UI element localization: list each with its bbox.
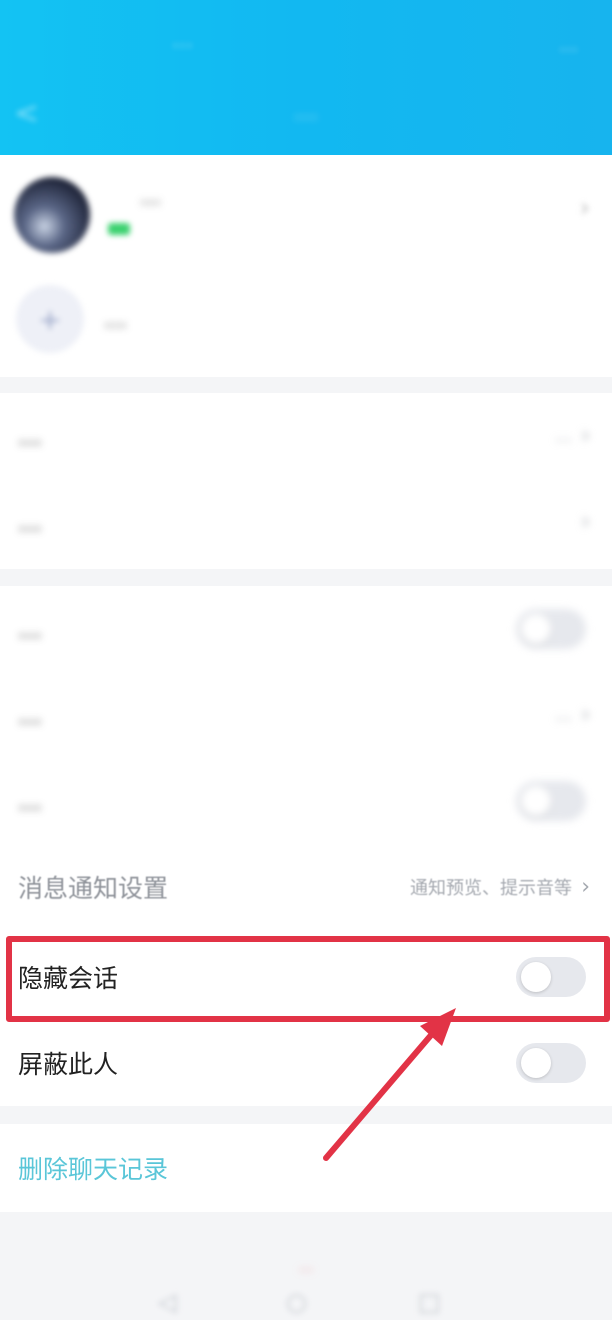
notification-settings-label: 消息通知设置 — [18, 874, 169, 903]
chat-history-value: ... — [554, 425, 572, 447]
history-section: ... ... › ... › — [0, 393, 612, 569]
avatar[interactable] — [14, 177, 90, 253]
options-section: ... ... ... › ... 消息通知设置 通知预览、提示音等 › 隐藏会… — [0, 586, 612, 1106]
chat-background-label: ... — [18, 507, 42, 537]
recents-icon[interactable]: □ — [418, 1288, 441, 1316]
do-not-disturb-row: ... — [0, 758, 612, 844]
do-not-disturb-toggle[interactable] — [516, 781, 586, 821]
chevron-right-icon: › — [581, 423, 590, 449]
delete-history-button[interactable]: 删除聊天记录 — [18, 1150, 168, 1186]
online-status-icon — [108, 223, 130, 235]
delete-history-row[interactable]: 删除聊天记录 — [0, 1124, 612, 1212]
hide-chat-toggle[interactable] — [516, 957, 586, 997]
status-carrier: ... — [172, 28, 193, 53]
block-user-toggle[interactable] — [516, 1043, 586, 1083]
block-user-label: 屏蔽此人 — [18, 1050, 119, 1079]
home-icon[interactable]: ○ — [286, 1288, 307, 1316]
hide-chat-label: 隐藏会话 — [18, 964, 119, 993]
block-user-row: 屏蔽此人 — [0, 1020, 612, 1106]
chat-history-row[interactable]: ... ... › — [0, 393, 612, 479]
pin-chat-row: ... — [0, 586, 612, 672]
create-group-button[interactable]: + — [16, 285, 84, 353]
chevron-right-icon: › — [581, 509, 590, 535]
app-header: ... ... < ... — [0, 0, 612, 155]
chevron-right-icon[interactable]: › — [580, 193, 590, 223]
notification-settings-row[interactable]: 消息通知设置 通知预览、提示音等 › — [0, 844, 612, 930]
back-icon[interactable]: ◁ — [158, 1288, 176, 1316]
create-group-label[interactable]: ... — [104, 305, 127, 333]
system-nav-bar: ◁ ○ □ — [0, 1280, 612, 1320]
plus-icon: + — [38, 303, 62, 336]
pin-chat-label: ... — [18, 614, 42, 644]
do-not-disturb-label: ... — [18, 786, 42, 816]
special-care-label: ... — [18, 700, 42, 730]
chat-history-label: ... — [18, 421, 42, 451]
chevron-right-icon: › — [581, 702, 590, 728]
notification-settings-value: 通知预览、提示音等 — [410, 878, 572, 899]
profile-card: ... › + ... — [0, 155, 612, 377]
page-title: ... — [293, 96, 319, 126]
chevron-right-icon: › — [581, 874, 590, 900]
footer-red-text: ... — [298, 1256, 314, 1275]
chat-background-row[interactable]: ... › — [0, 479, 612, 565]
status-bar: ... ... — [0, 24, 612, 64]
status-right: ... — [558, 32, 578, 56]
profile-name: ... — [140, 185, 161, 210]
special-care-value: ... — [554, 704, 572, 726]
pin-chat-toggle[interactable] — [516, 609, 586, 649]
special-care-row[interactable]: ... ... › — [0, 672, 612, 758]
hide-chat-row: 隐藏会话 — [0, 934, 612, 1020]
delete-section: 删除聊天记录 — [0, 1124, 612, 1212]
